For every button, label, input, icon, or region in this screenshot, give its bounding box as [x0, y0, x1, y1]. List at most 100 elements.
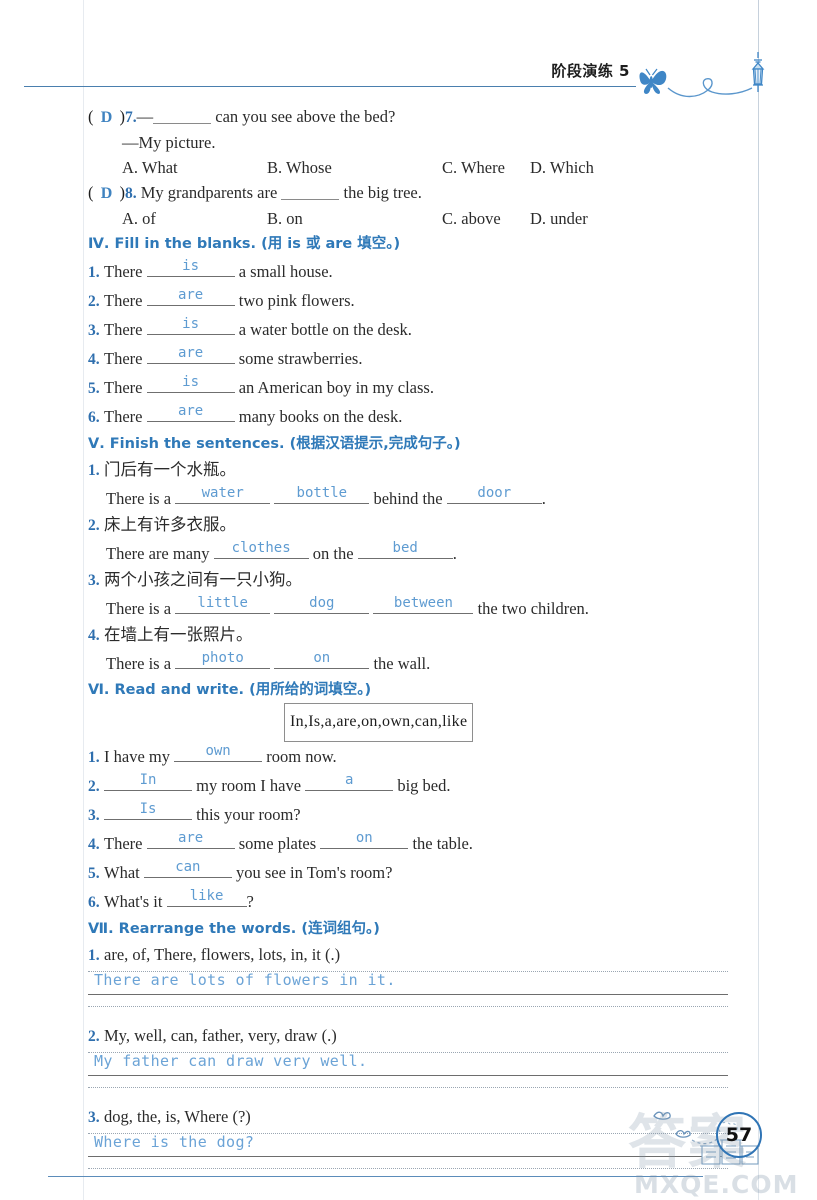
mc-question-row: (D)7.— can you see above the bed? — [0, 104, 817, 130]
sentence-part: There are many — [106, 544, 210, 563]
answer-blank[interactable]: clothes — [213, 539, 309, 559]
read-write-item: 4. There are some plates on the table. — [0, 829, 817, 858]
mc-option-d[interactable]: D. under — [530, 206, 588, 231]
mc-inline-blank[interactable] — [153, 107, 212, 124]
fill-blank-item: 6. There are many books on the desk. — [0, 402, 817, 431]
answer-blank[interactable]: water — [175, 484, 271, 504]
answer-blank[interactable]: are — [146, 829, 235, 849]
answer-blank[interactable]: dog — [274, 594, 370, 614]
fill-blank-item: 4. There are some strawberries. — [0, 344, 817, 373]
item-number: 3. — [88, 572, 100, 589]
answer-blank[interactable]: like — [166, 887, 247, 907]
item-number: 6. — [88, 894, 100, 911]
answer-blank[interactable]: little — [175, 594, 271, 614]
page-number: 57 — [725, 1124, 753, 1146]
mc-option-b[interactable]: B. on — [267, 206, 442, 231]
sentence-part: There is a — [106, 599, 172, 618]
answer-blank[interactable]: between — [373, 594, 474, 614]
sentence-part: There is a — [106, 654, 172, 673]
answer-blank[interactable]: bottle — [274, 484, 370, 504]
sentence-part: the two children. — [477, 599, 589, 618]
answer-blank[interactable]: on — [320, 829, 409, 849]
item-number: 1. — [88, 462, 100, 479]
header-divider — [24, 86, 636, 87]
prompt-text: are, of, There, flowers, lots, in, it (.… — [104, 945, 341, 964]
mc-answer[interactable]: D — [94, 105, 120, 130]
item-number: 2. — [88, 778, 100, 795]
student-answer[interactable]: My father can draw very well. — [94, 1052, 368, 1070]
mc-stem-after: can you see above the bed? — [215, 107, 396, 126]
item-text-before: There — [104, 262, 143, 281]
mc-option-b[interactable]: B. Whose — [267, 155, 442, 180]
mc-option-c[interactable]: C. above — [442, 206, 530, 231]
section-heading-4: Ⅳ. Fill in the blanks. (用 is 或 are 填空。) — [88, 236, 401, 252]
sentence-part: some plates — [238, 834, 317, 853]
item-number: 1. — [88, 264, 100, 281]
fill-blank-item: 1. There is a small house. — [0, 257, 817, 286]
mc-option-a[interactable]: A. of — [122, 206, 267, 231]
word-bank: In,Is,a,are,on,own,can,like — [284, 703, 474, 742]
mc-option-d[interactable]: D. Which — [530, 155, 594, 180]
item-number: 3. — [88, 807, 100, 824]
sentence-part: There is a — [106, 489, 172, 508]
item-number: 1. — [88, 947, 100, 964]
mc-options-row: A. of B. on C. above D. under — [0, 206, 817, 231]
fill-blank-item: 5. There is an American boy in my class. — [0, 373, 817, 402]
item-text-before: There — [104, 349, 143, 368]
item-text-after: two pink flowers. — [238, 291, 355, 310]
answer-blank[interactable]: are — [146, 286, 235, 306]
sentence-part: What — [104, 863, 140, 882]
mc-number: 8. — [125, 185, 137, 202]
rearrange-write-area[interactable]: My father can draw very well. — [88, 1050, 728, 1104]
answer-blank[interactable]: Is — [104, 800, 192, 820]
item-number: 4. — [88, 627, 100, 644]
answer-blank[interactable]: door — [446, 484, 542, 504]
answer-blank[interactable]: is — [146, 315, 235, 335]
answer-blank[interactable]: are — [146, 402, 235, 422]
chinese-prompt: 在墙上有一张照片。 — [104, 625, 253, 644]
answer-blank[interactable]: on — [274, 649, 370, 669]
answer-blank[interactable]: bed — [357, 539, 453, 559]
answer-blank[interactable]: own — [174, 742, 263, 762]
section-heading-6: Ⅵ. Read and write. (用所给的词填空。) — [88, 682, 372, 698]
guide-dotted-line — [88, 1168, 728, 1169]
mc-inline-blank[interactable] — [281, 183, 340, 200]
mc-stem-after: the big tree. — [343, 183, 422, 202]
item-number: 2. — [88, 1028, 100, 1045]
answer-blank[interactable]: photo — [175, 649, 271, 669]
answer-blank[interactable]: are — [146, 344, 235, 364]
finish-sentence-answer: There is a little dog between the two ch… — [0, 594, 817, 622]
item-text-after: a small house. — [238, 262, 333, 281]
rearrange-write-area[interactable]: There are lots of flowers in it. — [88, 969, 728, 1023]
finish-sentence-prompt: 1. 门后有一个水瓶。 — [0, 457, 817, 484]
mc-answer[interactable]: D — [94, 181, 120, 206]
section-heading-7: Ⅶ. Rearrange the words. (连词组句。) — [88, 921, 380, 937]
item-text-after: some strawberries. — [238, 349, 363, 368]
student-answer[interactable]: There are lots of flowers in it. — [94, 971, 396, 989]
mc-option-c[interactable]: C. Where — [442, 155, 530, 180]
item-text-after: a water bottle on the desk. — [238, 320, 412, 339]
sentence-part: you see in Tom's room? — [235, 863, 393, 882]
finish-sentence-answer: There is a water bottle behind the door. — [0, 484, 817, 512]
answer-blank[interactable]: is — [146, 373, 235, 393]
swirl-line — [667, 77, 753, 98]
answer-blank[interactable]: a — [305, 771, 394, 791]
student-answer[interactable]: Where is the dog? — [94, 1133, 254, 1151]
answer-blank[interactable]: In — [104, 771, 192, 791]
mc-options-row: A. What B. Whose C. Where D. Which — [0, 155, 817, 180]
item-text-after: many books on the desk. — [238, 407, 403, 426]
answer-blank[interactable]: can — [143, 858, 232, 878]
sentence-part: the table. — [412, 834, 473, 853]
sentence-part: room now. — [266, 747, 337, 766]
rearrange-prompt: 1. are, of, There, flowers, lots, in, it … — [88, 942, 817, 968]
read-write-item: 6. What's it like? — [0, 887, 817, 916]
item-number: 4. — [88, 836, 100, 853]
finish-sentence-prompt: 4. 在墙上有一张照片。 — [0, 622, 817, 649]
answer-blank[interactable]: is — [146, 257, 235, 277]
item-number: 2. — [88, 293, 100, 310]
mc-option-a[interactable]: A. What — [122, 155, 267, 180]
rearrange-item: 1. are, of, There, flowers, lots, in, it … — [0, 942, 817, 1023]
chinese-prompt: 两个小孩之间有一只小狗。 — [104, 570, 302, 589]
prompt-text: My, well, can, father, very, draw (.) — [104, 1026, 337, 1045]
item-number: 6. — [88, 409, 100, 426]
